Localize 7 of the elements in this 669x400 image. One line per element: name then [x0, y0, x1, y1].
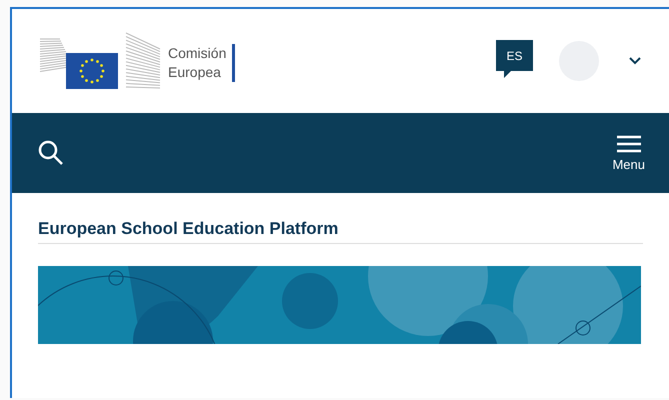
- page-title: European School Education Platform: [38, 218, 340, 240]
- menu-button[interactable]: Menu: [612, 134, 645, 172]
- chevron-down-icon[interactable]: [629, 57, 641, 65]
- logo-text: Comisión Europea: [168, 44, 236, 82]
- menu-icon: [616, 134, 641, 152]
- language-button[interactable]: ES: [496, 40, 533, 78]
- search-icon[interactable]: [38, 140, 64, 166]
